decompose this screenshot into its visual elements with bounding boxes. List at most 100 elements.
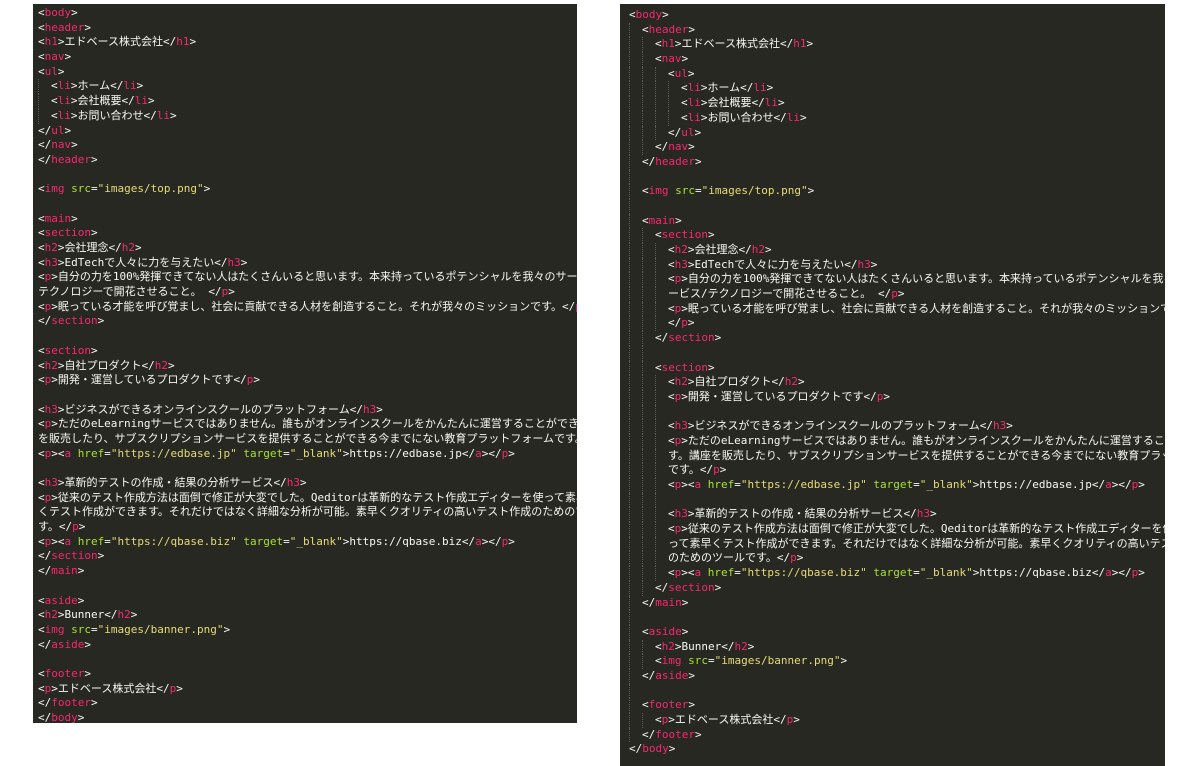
code-token-pun: >: [681, 595, 689, 609]
code-token-tag: header: [51, 152, 91, 166]
code-token-pun: </: [38, 564, 52, 578]
code-token-pun: <: [655, 228, 662, 242]
code-token-tag: h3: [44, 255, 58, 269]
code-token-tag: ul: [51, 123, 65, 137]
code-token-pun: >: [700, 96, 708, 110]
code-token-pun: </: [349, 402, 363, 416]
code-token-pun: =: [283, 446, 290, 460]
code-token-tag: a: [1105, 478, 1112, 491]
code-token-tag: header: [648, 22, 689, 36]
code-token-txt: って素早くテスト作成ができます。それだけではなく詳細な分析が可能。素早くクオリテ…: [668, 536, 1165, 550]
code-line: </ul>: [38, 124, 577, 139]
code-token-tag: li: [687, 81, 701, 95]
indent-guide: [642, 125, 655, 141]
code-token-str: "images/banner.png": [714, 654, 841, 668]
code-token-pun: =: [104, 446, 111, 460]
code-token-pun: >: [97, 549, 105, 563]
code-token-pun: >: [90, 226, 98, 240]
code-token-str: "images/banner.png": [97, 622, 224, 636]
code-token-txt: 眠っている才能を呼び覚まし、社会に貢献できる人材を創造すること。それが我々のミッ…: [57, 299, 563, 313]
code-token-txt: 従来のテスト作成方法は面倒で修正が大変でした。Qeditorは革新的なテスト作成…: [57, 490, 577, 504]
code-token-tag: h3: [674, 507, 688, 521]
code-token-txt: す。: [38, 520, 59, 534]
code-line: <p>自分の力を100%発揮できてない人はたくさんいると思います。本来持っている…: [629, 272, 1165, 288]
code-line: [629, 345, 1165, 361]
code-token-pun: >: [57, 241, 65, 254]
code-token-pun: >: [694, 125, 702, 139]
indent-guide: [655, 492, 668, 508]
code-line: <section>: [38, 226, 577, 241]
code-token-pun: <: [38, 593, 45, 607]
code-token-pun: </: [38, 138, 52, 152]
code-token-pun: <: [38, 211, 45, 225]
indent-guide: [655, 272, 668, 288]
indent-guide: [668, 96, 681, 111]
indent-guide: [38, 79, 51, 95]
code-token-tag: h2: [117, 608, 131, 622]
code-token-pun: ><: [681, 566, 695, 580]
code-line: <img src="images/top.png">: [38, 182, 577, 197]
code-token-txt: テクノロジーで開花させること。: [38, 285, 209, 299]
indent-guide: [629, 566, 642, 581]
code-line: </footer>: [38, 696, 577, 711]
code-token-tag: h3: [44, 476, 58, 489]
code-token-pun: >: [719, 463, 727, 477]
code-token-pun: >: [714, 331, 722, 345]
indent-guide: [655, 463, 668, 478]
code-token-str: "_blank": [919, 566, 973, 580]
code-token-txt: EdTechで人々に力を与えたい: [64, 255, 215, 269]
code-token-pun: >: [90, 343, 98, 357]
code-line: </main>: [38, 564, 577, 579]
code-token-str: "https://qbase.biz": [740, 566, 867, 580]
indent-guide: [642, 448, 655, 464]
indent-guide: [629, 184, 642, 199]
code-token-tag: li: [156, 108, 170, 122]
code-line: <aside>: [629, 624, 1165, 640]
code-token-tag: body: [635, 8, 663, 21]
code-token-pun: >: [51, 417, 58, 431]
indent-guide: [642, 522, 655, 537]
code-token-pun: =: [104, 534, 111, 548]
code-token-str: "images/top.png": [701, 184, 808, 198]
code-token-tag: h2: [784, 375, 798, 389]
code-token-pun: <: [38, 20, 45, 34]
indent-guide: [642, 331, 655, 346]
code-token-pun: [701, 478, 708, 491]
code-token-tag: body: [642, 742, 669, 756]
code-token-pun: </: [668, 316, 682, 330]
indent-guide: [642, 81, 655, 97]
code-line: <h1>エドベース株式会社</h1>: [629, 37, 1165, 53]
code-token-pun: </: [38, 152, 52, 166]
code-token-tag: li: [687, 96, 701, 110]
code-token-pun: </: [776, 551, 791, 565]
code-token-pun: <: [668, 375, 675, 389]
code-token-pun: >: [707, 228, 715, 242]
code-token-pun: <: [38, 373, 45, 387]
indent-guide: [629, 331, 642, 346]
code-token-pun: >: [1006, 419, 1013, 433]
code-token-pun: >: [687, 66, 695, 80]
code-line: </aside>: [38, 638, 577, 653]
indent-guide: [668, 110, 681, 126]
code-line: くテスト作成ができます。それだけではなく詳細な分析が可能。素早くクオリティの高い…: [38, 505, 577, 520]
indent-guide: [629, 419, 642, 434]
code-token-txt: エドベース株式会社: [681, 37, 780, 51]
code-token-pun: >: [681, 389, 688, 403]
code-token-pun: >: [798, 375, 805, 389]
code-token-tag: h2: [121, 241, 135, 254]
code-token-pun: =: [913, 478, 920, 491]
code-token-txt: https://edbase.jp: [349, 446, 462, 460]
code-token-pun: </: [38, 314, 52, 328]
indent-guide: [655, 419, 668, 434]
code-token-pun: >: [687, 243, 695, 256]
code-line: <section>: [629, 228, 1165, 243]
code-line: <h3>ビジネスができるオンラインスクールのプラットフォーム</h3>: [38, 403, 577, 418]
code-line: <li>ホーム</li>: [38, 79, 577, 95]
code-line: <img src="images/banner.png">: [38, 623, 577, 638]
code-token-tag: h3: [857, 257, 871, 271]
indent-guide: [629, 110, 642, 126]
indent-guide: [629, 639, 642, 655]
code-token-pun: =: [283, 534, 290, 548]
code-token-pun: ><: [681, 478, 695, 491]
